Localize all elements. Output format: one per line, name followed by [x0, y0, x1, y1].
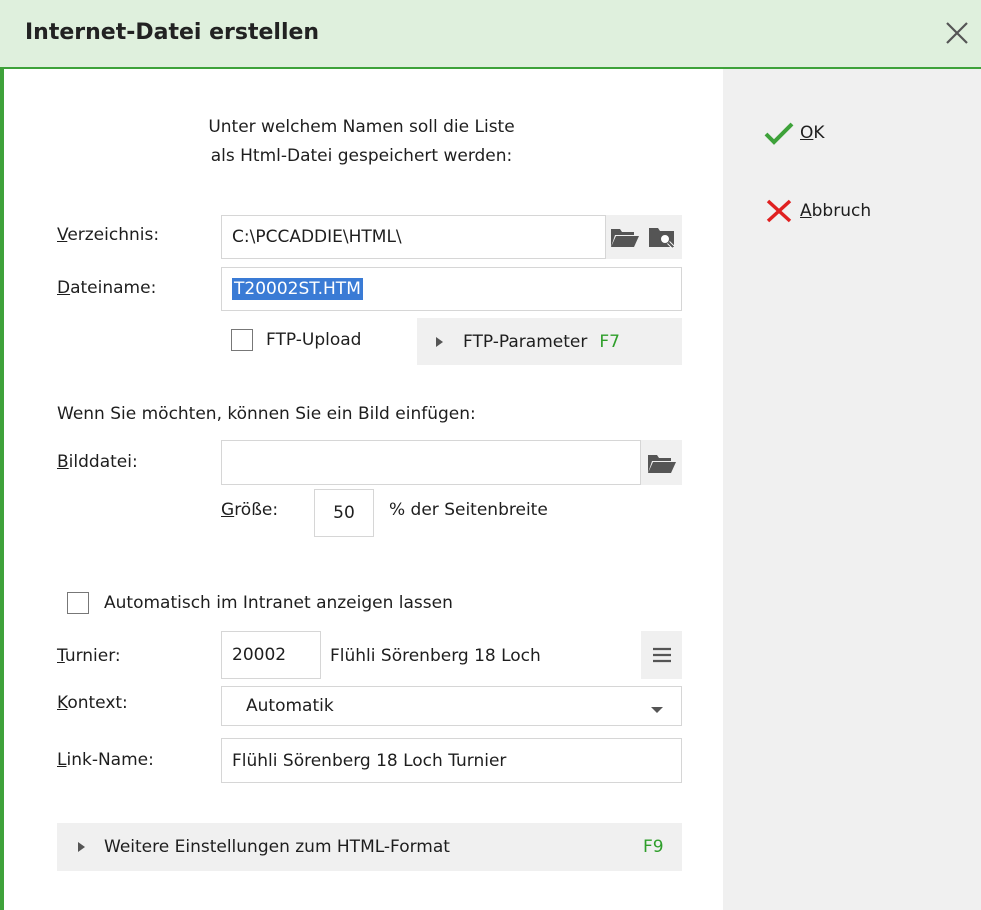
link-name-label: Link-Name: [57, 750, 154, 770]
window-title: Internet-Datei erstellen [25, 20, 320, 45]
image-intro: Wenn Sie möchten, können Sie ein Bild ei… [57, 404, 476, 424]
cancel-button[interactable]: Abbruch [764, 198, 871, 224]
close-icon[interactable] [944, 20, 970, 46]
intranet-auto-label: Automatisch im Intranet anzeigen lassen [104, 593, 453, 613]
more-settings-button[interactable]: Weitere Einstellungen zum HTML-Format F9 [57, 823, 682, 871]
context-select[interactable]: Automatik [221, 686, 682, 726]
folder-open-icon[interactable] [606, 215, 644, 259]
tournament-name: Flühli Sörenberg 18 Loch [330, 646, 541, 666]
expand-triangle-icon [436, 336, 443, 347]
image-file-label: Bilddatei: [57, 452, 138, 472]
checkmark-icon [764, 122, 794, 145]
filename-input[interactable]: T20002ST.HTM [221, 267, 682, 311]
ftp-upload-label: FTP-Upload [266, 330, 362, 350]
action-panel [723, 69, 981, 910]
cross-icon [766, 199, 792, 223]
prompt-line-2: als Html-Datei gespeichert werden: [210, 146, 513, 166]
directory-input[interactable]: C:\PCCADDIE\HTML\ [221, 215, 606, 259]
link-name-input[interactable]: Flühli Sörenberg 18 Loch Turnier [221, 738, 682, 783]
expand-triangle-icon [78, 842, 85, 852]
more-settings-shortcut: F9 [643, 837, 664, 857]
filename-selected-text: T20002ST.HTM [232, 278, 363, 300]
ftp-parameter-shortcut: F7 [599, 331, 620, 352]
tournament-label: Turnier: [57, 646, 121, 666]
image-size-input[interactable]: 50 [314, 489, 374, 537]
chevron-down-icon[interactable] [650, 700, 664, 720]
filename-label: Dateiname: [57, 278, 157, 298]
directory-label: Verzeichnis: [57, 225, 160, 245]
menu-list-icon[interactable] [641, 631, 682, 679]
context-selected-value: Automatik [246, 696, 334, 716]
image-size-label: Größe: [221, 500, 279, 520]
tournament-number-input[interactable]: 20002 [221, 631, 321, 679]
context-label: Kontext: [57, 693, 128, 713]
ok-button[interactable]: OK [764, 121, 825, 145]
ftp-parameter-button[interactable]: FTP-Parameter F7 [417, 318, 682, 365]
folder-open-icon[interactable] [641, 440, 682, 485]
folder-search-icon[interactable] [644, 215, 682, 259]
ftp-upload-checkbox[interactable] [231, 329, 253, 351]
image-size-suffix: % der Seitenbreite [389, 500, 548, 520]
image-file-input[interactable] [221, 440, 641, 485]
intranet-auto-checkbox[interactable] [67, 592, 89, 614]
prompt-line-1: Unter welchem Namen soll die Liste [208, 117, 515, 137]
window-left-border [0, 69, 4, 910]
